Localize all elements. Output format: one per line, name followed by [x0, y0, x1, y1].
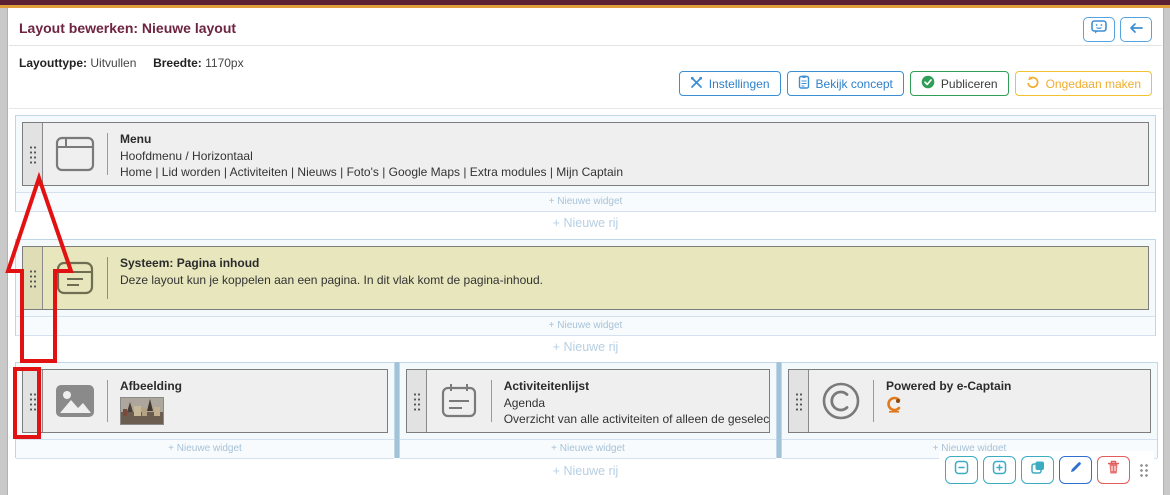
new-widget-button[interactable]: + Nieuwe widget [16, 439, 394, 459]
new-row-button[interactable]: + Nieuwe rij [9, 216, 1162, 230]
layout-cell-activiteiten: Activiteitenlijst Agenda Overzicht van a… [399, 362, 777, 458]
e-captain-logo [886, 396, 1011, 419]
activiteitenlijst-widget[interactable]: Activiteitenlijst Agenda Overzicht van a… [406, 369, 770, 433]
header-buttons [1083, 17, 1152, 42]
page-gutter-right [1163, 8, 1170, 495]
browser-window-icon [43, 123, 107, 185]
activiteitenlijst-widget-text: Activiteitenlijst Agenda Overzicht van a… [492, 370, 769, 432]
new-widget-button[interactable]: + Nieuwe widget [16, 316, 1155, 336]
drag-dots-icon [29, 145, 37, 164]
document-icon [798, 75, 810, 92]
back-arrow-icon [1129, 21, 1144, 39]
publiceren-button[interactable]: Publiceren [910, 71, 1009, 96]
layout-editor-panel: Layout bewerken: Nieuwe layout Layouttyp… [9, 8, 1162, 495]
widget-title: Powered by e-Captain [886, 378, 1011, 395]
duplicate-icon [1030, 460, 1045, 480]
calendar-icon [427, 370, 491, 432]
systeem-widget-text: Systeem: Pagina inhoud Deze layout kun j… [108, 247, 555, 309]
layout-cell-afbeelding: Afbeelding + Nieuwe widget [15, 362, 395, 458]
publiceren-label: Publiceren [941, 77, 998, 91]
copyright-icon [809, 370, 873, 432]
delete-row-button[interactable] [1097, 456, 1130, 484]
drag-dots-icon [29, 392, 37, 411]
drag-dots-icon [29, 269, 37, 288]
bekijk-concept-button[interactable]: Bekijk concept [787, 71, 904, 96]
ongedaan-maken-button[interactable]: Ongedaan maken [1015, 71, 1152, 96]
menu-widget-text: Menu Hoofdmenu / Horizontaal Home | Lid … [108, 123, 635, 185]
layout-meta: Layouttype: Uitvullen Breedte: 1170px [19, 56, 244, 70]
widget-title: Activiteitenlijst [504, 378, 757, 395]
menu-widget[interactable]: Menu Hoofdmenu / Horizontaal Home | Lid … [22, 122, 1149, 186]
widget-title: Menu [120, 131, 623, 148]
widget-detail: Home | Lid worden | Activiteiten | Nieuw… [120, 164, 623, 181]
page-layout-icon [43, 247, 107, 309]
drag-handle[interactable] [789, 370, 809, 432]
bekijk-concept-label: Bekijk concept [816, 77, 893, 91]
widget-detail: Overzicht van alle activiteiten of allee… [504, 411, 757, 428]
expand-row-button[interactable] [983, 456, 1016, 484]
collapse-row-button[interactable] [945, 456, 978, 484]
drag-handle[interactable] [23, 370, 43, 432]
systeem-widget[interactable]: Systeem: Pagina inhoud Deze layout kun j… [22, 246, 1149, 310]
duplicate-row-button[interactable] [1021, 456, 1054, 484]
widget-description: Deze layout kun je koppelen aan een pagi… [120, 272, 543, 289]
page-title: Layout bewerken: Nieuwe layout [19, 20, 236, 36]
new-widget-button[interactable]: + Nieuwe widget [400, 439, 776, 459]
layout-cell-powered-by: Powered by e-Captain + Nieuwe widget [781, 362, 1158, 458]
image-icon [43, 370, 107, 432]
instellingen-button[interactable]: Instellingen [679, 71, 781, 96]
widget-subtitle: Agenda [504, 395, 757, 412]
layout-row-systeem: Systeem: Pagina inhoud Deze layout kun j… [15, 239, 1156, 336]
drag-dots-icon [413, 392, 421, 411]
widget-title: Afbeelding [120, 378, 182, 395]
layouttype-label: Layouttype: [19, 56, 87, 70]
drag-handle[interactable] [23, 123, 43, 185]
action-buttons: Instellingen Bekijk concept Publiceren O… [679, 71, 1152, 96]
widget-title: Systeem: Pagina inhoud [120, 255, 543, 272]
new-widget-button[interactable]: + Nieuwe widget [16, 192, 1155, 212]
row-toolbar [939, 451, 1154, 489]
tools-icon [690, 76, 703, 92]
afbeelding-widget-text: Afbeelding [108, 370, 194, 432]
layout-row-menu: Menu Hoofdmenu / Horizontaal Home | Lid … [15, 115, 1156, 212]
section-divider [9, 108, 1162, 109]
powered-by-widget-text: Powered by e-Captain [874, 370, 1023, 432]
afbeelding-widget[interactable]: Afbeelding [22, 369, 388, 433]
check-circle-icon [921, 75, 935, 92]
trash-icon [1107, 460, 1120, 480]
powered-by-widget[interactable]: Powered by e-Captain [788, 369, 1151, 433]
image-thumbnail [120, 397, 164, 425]
breedte-label: Breedte: [153, 56, 202, 70]
edit-row-button[interactable] [1059, 456, 1092, 484]
widget-subtitle: Hoofdmenu / Horizontaal [120, 148, 623, 165]
back-button[interactable] [1120, 17, 1152, 42]
header-divider [9, 45, 1162, 46]
drag-handle[interactable] [407, 370, 427, 432]
collapse-icon [954, 460, 969, 480]
layout-editor-page: { "header": { "title": "Layout bewerken:… [0, 0, 1170, 495]
instellingen-label: Instellingen [709, 77, 770, 91]
feedback-button[interactable] [1083, 17, 1115, 42]
layouttype-value: Uitvullen [90, 56, 136, 70]
toolbar-drag-handle[interactable] [1139, 463, 1148, 478]
undo-icon [1026, 75, 1040, 92]
breedte-value: 1170px [205, 56, 243, 70]
drag-handle[interactable] [23, 247, 43, 309]
pencil-icon [1068, 460, 1083, 480]
drag-dots-icon [795, 392, 803, 411]
expand-icon [992, 460, 1007, 480]
new-row-button[interactable]: + Nieuwe rij [9, 340, 1162, 354]
page-gutter-left [0, 8, 8, 495]
ongedaan-maken-label: Ongedaan maken [1046, 77, 1141, 91]
comment-icon [1091, 20, 1107, 39]
